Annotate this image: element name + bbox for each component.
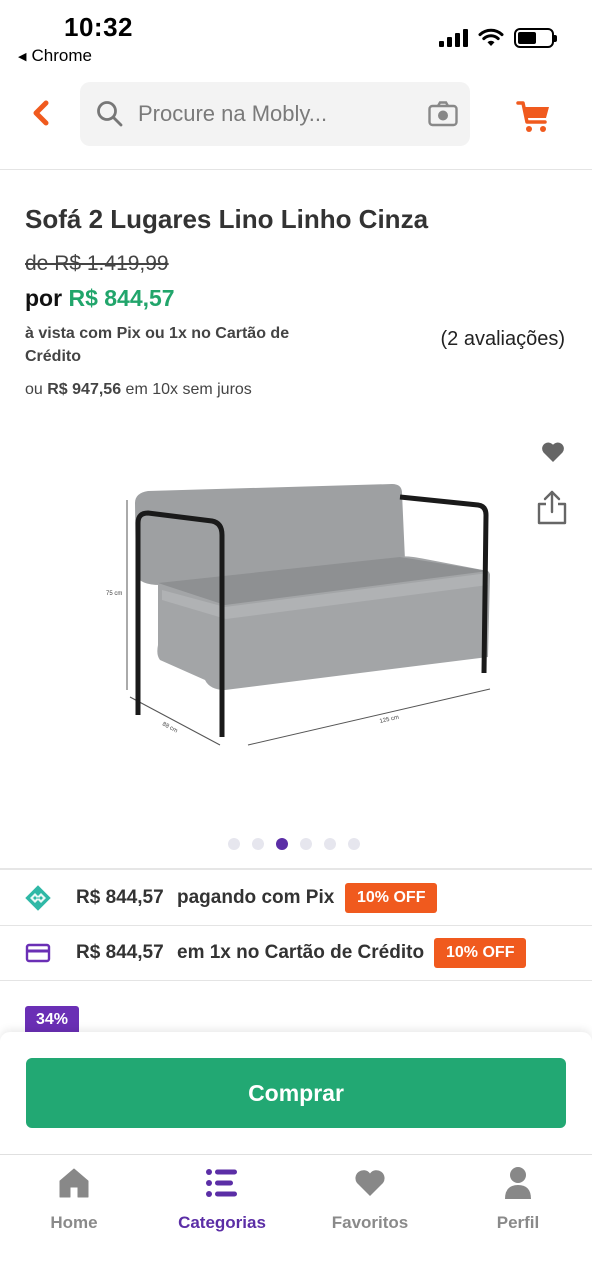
categories-icon	[206, 1169, 237, 1197]
buy-panel: Comprar	[0, 1032, 592, 1154]
carousel-dot[interactable]	[324, 838, 336, 850]
offer-card-badge: 10% OFF	[434, 938, 527, 968]
nav-categories-label: Categorias	[178, 1213, 266, 1232]
nav-favorites-label: Favoritos	[331, 1213, 409, 1232]
favorite-button[interactable]	[540, 440, 566, 469]
share-button[interactable]	[536, 490, 568, 531]
cart-icon	[516, 101, 549, 132]
back-to-app-link[interactable]: ◀ Chrome	[18, 46, 92, 66]
price-prefix: por	[25, 285, 69, 311]
buy-button[interactable]: Comprar	[26, 1058, 566, 1128]
home-icon	[59, 1168, 89, 1198]
nav-home[interactable]: Home	[14, 1163, 134, 1233]
pix-icon	[25, 885, 51, 911]
nav-profile-label: Perfil	[496, 1213, 540, 1232]
user-icon	[505, 1167, 531, 1199]
search-input[interactable]	[138, 96, 408, 132]
installments-prefix: ou	[25, 381, 48, 398]
status-bar: 10:32 ◀ Chrome	[0, 0, 592, 72]
nav-favorites[interactable]: Favoritos	[310, 1163, 430, 1233]
nav-profile[interactable]: Perfil	[458, 1163, 578, 1233]
dimension-height-label: 75 cm	[106, 591, 122, 597]
offer-pix-badge: 10% OFF	[345, 883, 438, 913]
offer-card-row: R$ 844,57 em 1x no Cartão de Crédito 10%…	[0, 926, 592, 981]
carousel-dot[interactable]	[228, 838, 240, 850]
carousel-dot[interactable]	[300, 838, 312, 850]
product-image[interactable]: 75 cm 88 cm 125 cm	[100, 475, 500, 755]
offer-card-amount: R$ 844,57	[76, 942, 164, 963]
offer-pix-description: pagando com Pix	[177, 887, 335, 908]
old-price: de R$ 1.419,99	[25, 252, 169, 275]
installments-value: R$ 947,56	[47, 381, 122, 398]
header	[0, 80, 592, 170]
signal-icon	[439, 29, 468, 47]
product-title: Sofá 2 Lugares Lino Linho Cinza	[25, 204, 429, 234]
search-bar[interactable]	[80, 82, 470, 146]
credit-card-icon	[25, 943, 51, 963]
cart-button[interactable]	[516, 100, 552, 139]
offers-divider	[0, 868, 592, 870]
offer-pix-amount: R$ 844,57	[76, 887, 164, 908]
current-price: por R$ 844,57	[25, 285, 175, 312]
reviews-link[interactable]: (2 avaliações)	[440, 328, 565, 351]
carousel-dot-active[interactable]	[276, 838, 288, 850]
heart-icon	[542, 442, 564, 462]
chevron-left-icon	[33, 100, 49, 126]
back-button[interactable]	[26, 98, 56, 128]
back-app-label: Chrome	[31, 46, 92, 65]
share-icon	[537, 490, 567, 525]
installments-info: ou R$ 947,56 em 10x sem juros	[25, 381, 252, 399]
carousel-dots[interactable]	[228, 838, 360, 850]
nav-home-label: Home	[50, 1213, 98, 1232]
installments-suffix: em 10x sem juros	[121, 381, 252, 398]
offer-pix-row: R$ 844,57 pagando com Pix 10% OFF	[0, 871, 592, 926]
back-triangle-icon: ◀	[18, 50, 27, 63]
carousel-dot[interactable]	[348, 838, 360, 850]
wifi-icon	[478, 28, 504, 46]
battery-icon	[514, 28, 557, 48]
heart-icon	[355, 1170, 385, 1196]
dimension-depth-label: 88 cm	[161, 721, 178, 734]
payment-note: à vista com Pix ou 1x no Cartão de Crédi…	[25, 325, 290, 365]
bottom-nav: Home Categorias Favoritos Perfil	[0, 1154, 592, 1280]
carousel-dot[interactable]	[252, 838, 264, 850]
camera-icon[interactable]	[428, 100, 458, 128]
discount-badge: 34%	[25, 1006, 80, 1034]
price-value: R$ 844,57	[68, 285, 175, 311]
search-icon	[97, 101, 123, 127]
status-time: 10:32	[64, 12, 133, 42]
dimension-width-label: 125 cm	[379, 715, 400, 725]
offer-card-description: em 1x no Cartão de Crédito	[177, 942, 425, 963]
nav-categories[interactable]: Categorias	[162, 1163, 282, 1233]
status-icons	[439, 28, 557, 48]
